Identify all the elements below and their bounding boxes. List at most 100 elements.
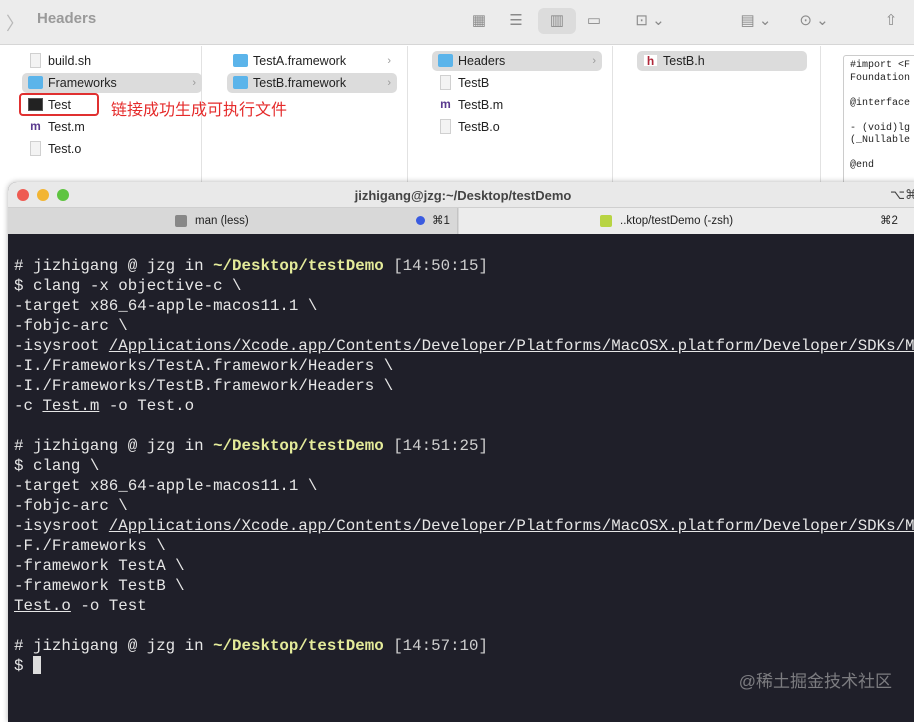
- terminal-text: $: [14, 657, 33, 675]
- document-icon: [440, 75, 451, 90]
- tab-label: ..ktop/testDemo (-zsh): [620, 215, 734, 227]
- tab-shortcut: ⌘2: [880, 215, 898, 227]
- file-item[interactable]: TestB: [432, 73, 602, 93]
- folder-icon: [233, 54, 248, 67]
- terminal-line: # jizhigang @ jzg in ~/Desktop/testDemo …: [14, 256, 914, 276]
- terminal-text: /Applications/Xcode.app/Contents/Develop…: [108, 337, 914, 355]
- annotation-text: 链接成功生成可执行文件: [111, 102, 288, 119]
- terminal-text: $ clang -x objective-c \: [14, 277, 242, 295]
- terminal-text: -framework TestB \: [14, 577, 185, 595]
- chevron-right-icon: ›: [192, 77, 196, 89]
- terminal-titlebar: jizhigang@jzg:~/Desktop/testDemo ⌥⌘: [8, 182, 914, 208]
- terminal-cursor: [32, 656, 41, 674]
- tab-shortcut: ⌘1: [432, 215, 450, 227]
- terminal-text: -framework TestA \: [14, 557, 185, 575]
- terminal-text: -I./Frameworks/TestB.framework/Headers \: [14, 377, 394, 395]
- chevron-right-icon: ›: [592, 55, 596, 67]
- finder-title: Headers: [37, 10, 97, 27]
- terminal-icon: [600, 215, 612, 227]
- terminal-title: jizhigang@jzg:~/Desktop/testDemo: [354, 188, 572, 203]
- title-shortcut: ⌥⌘: [890, 187, 914, 202]
- annotation-box: [19, 93, 99, 116]
- group-by-icon[interactable]: ▤ ⌄: [736, 8, 776, 34]
- terminal-line: -framework TestB \: [14, 576, 914, 596]
- terminal-line: -target x86_64-apple-macos11.1 \: [14, 296, 914, 316]
- prompt-timestamp: [14:57:10]: [383, 637, 488, 655]
- prompt-timestamp: [14:51:25]: [383, 437, 488, 455]
- file-name: build.sh: [48, 54, 92, 68]
- more-actions-icon[interactable]: ⊙ ⌄: [794, 8, 834, 34]
- file-item[interactable]: Test.o: [22, 139, 202, 159]
- chevron-right-icon: ›: [387, 55, 391, 67]
- terminal-line: -c Test.m -o Test.o: [14, 396, 914, 416]
- terminal-line: # jizhigang @ jzg in ~/Desktop/testDemo …: [14, 436, 914, 456]
- terminal-text: # jizhigang @ jzg in: [14, 637, 214, 655]
- watermark: @稀土掘金技术社区: [738, 672, 892, 691]
- terminal-text: # jizhigang @ jzg in: [14, 437, 214, 455]
- document-icon: [30, 141, 41, 156]
- file-name: TestB.m: [458, 98, 504, 112]
- objc-file-icon: m: [30, 119, 41, 133]
- prompt-path: ~/Desktop/testDemo: [213, 257, 384, 275]
- chevron-right-icon: ›: [387, 77, 391, 89]
- folder-icon: [28, 76, 43, 89]
- file-name: Headers: [458, 54, 506, 68]
- file-item[interactable]: h TestB.h: [637, 51, 807, 71]
- terminal-text: -target x86_64-apple-macos11.1 \: [14, 477, 318, 495]
- file-item[interactable]: TestB.framework ›: [227, 73, 397, 93]
- terminal-text: -fobjc-arc \: [14, 317, 128, 335]
- file-name: TestB.o: [458, 120, 500, 134]
- folder-icon: [438, 54, 453, 67]
- tab-label: man (less): [195, 215, 249, 227]
- objc-file-icon: m: [440, 97, 451, 111]
- tab-man[interactable]: man (less) ⌘1: [8, 208, 458, 234]
- document-icon: [440, 119, 451, 134]
- terminal-text: -I./Frameworks/TestA.framework/Headers \: [14, 357, 394, 375]
- terminal-window: jizhigang@jzg:~/Desktop/testDemo ⌥⌘ man …: [8, 182, 914, 722]
- terminal-tabs: man (less) ⌘1 ..ktop/testDemo (-zsh) ⌘2: [8, 208, 914, 234]
- prompt-path: ~/Desktop/testDemo: [213, 437, 384, 455]
- file-item[interactable]: Headers ›: [432, 51, 602, 71]
- header-file-icon: h: [643, 54, 658, 68]
- column-view-icon[interactable]: ▥: [538, 8, 576, 34]
- file-name: Frameworks: [48, 76, 117, 90]
- terminal-output[interactable]: # jizhigang @ jzg in ~/Desktop/testDemo …: [14, 256, 914, 676]
- file-name: Test.o: [48, 142, 82, 156]
- activity-dot-icon: [416, 216, 425, 225]
- terminal-line: -fobjc-arc \: [14, 496, 914, 516]
- folder-icon: [233, 76, 248, 89]
- terminal-text: -isysroot: [14, 517, 109, 535]
- tab-zsh[interactable]: ..ktop/testDemo (-zsh) ⌘2: [459, 208, 914, 234]
- list-view-icon[interactable]: ☰: [505, 8, 527, 34]
- terminal-line: Test.o -o Test: [14, 596, 914, 616]
- terminal-text: -o Test.o: [99, 397, 195, 415]
- icon-view-icon[interactable]: ▦: [468, 8, 490, 34]
- terminal-text: # jizhigang @ jzg in: [14, 257, 214, 275]
- terminal-text: -isysroot: [14, 337, 109, 355]
- terminal-text: Test.m: [42, 397, 100, 415]
- prompt-path: ~/Desktop/testDemo: [213, 637, 384, 655]
- path-action-icon[interactable]: ⊡ ⌄: [625, 8, 675, 34]
- terminal-text: /Applications/Xcode.app/Contents/Develop…: [108, 517, 914, 535]
- terminal-line: -I./Frameworks/TestA.framework/Headers \: [14, 356, 914, 376]
- file-item[interactable]: TestA.framework ›: [227, 51, 397, 71]
- file-item[interactable]: Frameworks ›: [22, 73, 202, 93]
- terminal-text: -fobjc-arc \: [14, 497, 128, 515]
- gallery-view-icon[interactable]: ▭: [583, 8, 605, 34]
- terminal-line: # jizhigang @ jzg in ~/Desktop/testDemo …: [14, 636, 914, 656]
- file-item[interactable]: TestB.o: [432, 117, 602, 137]
- file-name: Test.m: [48, 120, 85, 134]
- share-icon[interactable]: ⇧: [880, 8, 902, 34]
- file-item[interactable]: m TestB.m: [432, 95, 602, 115]
- prompt-timestamp: [14:50:15]: [383, 257, 488, 275]
- file-item[interactable]: build.sh: [22, 51, 202, 71]
- terminal-line: -isysroot /Applications/Xcode.app/Conten…: [14, 516, 914, 536]
- terminal-line: -target x86_64-apple-macos11.1 \: [14, 476, 914, 496]
- terminal-line: -isysroot /Applications/Xcode.app/Conten…: [14, 336, 914, 356]
- file-name: TestB.framework: [253, 76, 347, 90]
- terminal-text: Test.o: [14, 597, 71, 615]
- file-item[interactable]: m Test.m: [22, 117, 202, 137]
- back-chevron-icon[interactable]: 〉: [6, 10, 24, 36]
